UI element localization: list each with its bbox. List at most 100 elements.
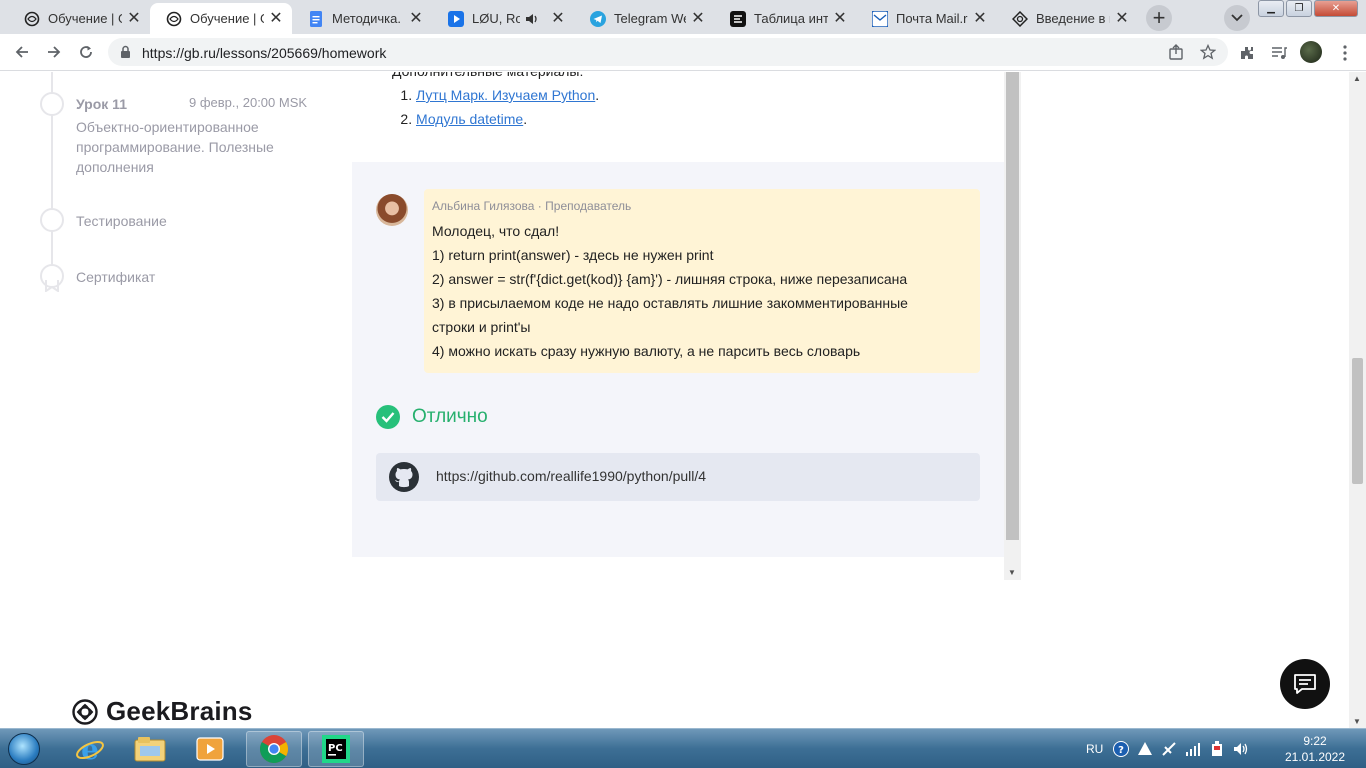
page-scroll-thumb[interactable] <box>1352 358 1363 484</box>
new-tab-button[interactable]: + <box>1146 5 1172 31</box>
windows-logo-icon <box>8 733 40 765</box>
tab-close-icon[interactable]: ✕ <box>268 10 284 27</box>
material-link-lutz[interactable]: Лутц Марк. Изучаем Python <box>416 87 595 103</box>
url-text: https://gb.ru/lessons/205669/homework <box>142 45 387 61</box>
bookmark-star-icon[interactable] <box>1199 43 1217 60</box>
lesson-title[interactable]: Урок 11 <box>76 96 127 112</box>
materials-heading: Дополнительные материалы: <box>392 72 599 83</box>
page-content: Урок 11 9 февр., 20:00 MSK Объектно-орие… <box>0 72 1366 728</box>
chevron-down-icon <box>1231 14 1243 22</box>
svg-text:?: ? <box>1118 745 1124 756</box>
scroll-down-arrow-icon[interactable]: ▼ <box>1353 717 1361 726</box>
help-icon[interactable]: ? <box>1113 741 1130 757</box>
chrome-taskbar-icon[interactable] <box>246 731 302 767</box>
comment-line: 3) в присылаемом коде не надо оставлять … <box>432 295 908 311</box>
timeline-dot <box>40 92 64 116</box>
window-controls: ▁ ❐ ✕ <box>1258 0 1360 17</box>
timeline-item-testing[interactable]: Тестирование <box>76 213 167 229</box>
tab-search-button[interactable] <box>1224 5 1250 31</box>
panel-scroll-thumb[interactable] <box>1006 72 1019 540</box>
tab-title: Telegram Web <box>614 11 686 26</box>
system-tray: RU ? <box>1086 729 1253 768</box>
clock-time: 9:22 <box>1303 734 1327 748</box>
tab-title: Введение в ге <box>1036 11 1110 26</box>
comment-meta: Альбина Гилязова · Преподаватель <box>432 199 972 213</box>
speaker-icon[interactable] <box>524 11 540 27</box>
tab-7[interactable]: Почта Mail.ru ✕ <box>856 3 996 34</box>
tab-close-icon[interactable]: ✕ <box>1114 10 1130 27</box>
teacher-avatar <box>376 194 408 226</box>
materials-block: Дополнительные материалы: Лутц Марк. Изу… <box>392 72 599 131</box>
tab-2-active[interactable]: Обучение | Ge ✕ <box>150 3 292 34</box>
arrow-left-icon <box>15 46 28 58</box>
media-control-icon[interactable] <box>1270 44 1288 62</box>
comment-line: 2) answer = str(f'{dict.get(kod)} {am}')… <box>432 271 908 287</box>
signal-strength-icon[interactable] <box>1185 741 1201 757</box>
tab-close-icon[interactable]: ✕ <box>832 10 848 27</box>
link-suffix: . <box>595 87 600 103</box>
tab-8[interactable]: Введение в ге ✕ <box>996 3 1138 34</box>
lock-icon[interactable] <box>120 45 131 64</box>
tab-close-icon[interactable]: ✕ <box>690 10 706 27</box>
internet-explorer-icon[interactable]: e <box>62 731 118 767</box>
network-tool-icon[interactable] <box>1161 741 1177 757</box>
language-indicator[interactable]: RU <box>1086 742 1103 756</box>
share-icon[interactable] <box>1168 44 1184 60</box>
restore-button[interactable]: ❐ <box>1286 0 1312 17</box>
panel-scrollbar[interactable]: ▼ <box>1004 72 1021 580</box>
tab-6[interactable]: Таблица интег ✕ <box>714 3 856 34</box>
tab-close-icon[interactable]: ✕ <box>126 10 142 27</box>
browser-toolbar: https://gb.ru/lessons/205669/homework <box>0 34 1366 71</box>
scroll-up-arrow-icon[interactable]: ▲ <box>1353 74 1361 83</box>
comment-line: 4) можно искать сразу нужную валюту, а н… <box>432 343 861 359</box>
tab-close-icon[interactable]: ✕ <box>550 10 566 27</box>
tab-title: Таблица интег <box>754 11 828 26</box>
reload-button[interactable] <box>74 40 98 64</box>
material-link-datetime[interactable]: Модуль datetime <box>416 111 523 127</box>
lesson-date: 9 февр., 20:00 MSK <box>189 95 308 110</box>
pycharm-taskbar-icon[interactable]: PC <box>308 731 364 767</box>
meta-separator: · <box>537 199 542 213</box>
check-circle-icon <box>376 405 400 429</box>
link-suffix: . <box>523 111 528 127</box>
action-center-icon[interactable] <box>1137 741 1153 757</box>
media-player-icon[interactable] <box>182 731 238 767</box>
ribbon-icon <box>45 280 59 292</box>
tab-3[interactable]: Методичка. Ур ✕ <box>292 3 432 34</box>
submission-link-card[interactable]: https://github.com/reallife1990/python/p… <box>376 453 980 501</box>
comment-line: Молодец, что сдал! <box>432 223 560 239</box>
back-button[interactable] <box>10 40 34 64</box>
battery-power-icon[interactable] <box>1209 741 1225 757</box>
tab-title: Обучение | Ge <box>48 11 122 26</box>
table-app-icon <box>730 10 746 27</box>
minimize-button[interactable]: ▁ <box>1258 0 1284 17</box>
forward-button[interactable] <box>42 40 66 64</box>
grade-label: Отлично <box>412 406 488 427</box>
tab-close-icon[interactable]: ✕ <box>972 10 988 27</box>
logo-text: GeekBrains <box>106 696 253 726</box>
tab-4[interactable]: LØU, Robi ✕ <box>432 3 574 34</box>
volume-icon[interactable] <box>1233 741 1249 757</box>
lesson-description[interactable]: Объектно-ориентированное программировани… <box>76 117 316 177</box>
file-explorer-icon[interactable] <box>122 731 178 767</box>
menu-dots-icon[interactable] <box>1336 44 1354 62</box>
system-clock[interactable]: 9:22 21.01.2022 <box>1276 733 1354 765</box>
comment-role: Преподаватель <box>545 199 632 213</box>
tab-1[interactable]: Обучение | Ge ✕ <box>8 3 150 34</box>
support-chat-button[interactable] <box>1280 659 1330 709</box>
scroll-down-arrow-icon[interactable]: ▼ <box>1008 568 1016 577</box>
submission-url[interactable]: https://github.com/reallife1990/python/p… <box>436 468 706 484</box>
start-button[interactable] <box>2 730 46 768</box>
comment-line: 1) return print(answer) - здесь не нужен… <box>432 247 714 263</box>
teacher-comment: Альбина Гилязова · Преподаватель Молодец… <box>424 189 980 373</box>
timeline-item-certificate[interactable]: Сертификат <box>76 269 155 285</box>
window-close-button[interactable]: ✕ <box>1314 0 1358 17</box>
page-scrollbar[interactable]: ▲ ▼ <box>1349 72 1366 728</box>
geekbrains-logo[interactable]: GeekBrains <box>72 696 253 727</box>
extensions-icon[interactable] <box>1238 44 1256 62</box>
profile-avatar[interactable] <box>1300 41 1322 63</box>
address-bar[interactable]: https://gb.ru/lessons/205669/homework <box>108 38 1228 66</box>
telegram-icon <box>590 10 606 27</box>
tab-5[interactable]: Telegram Web ✕ <box>574 3 714 34</box>
tab-close-icon[interactable]: ✕ <box>408 10 424 27</box>
